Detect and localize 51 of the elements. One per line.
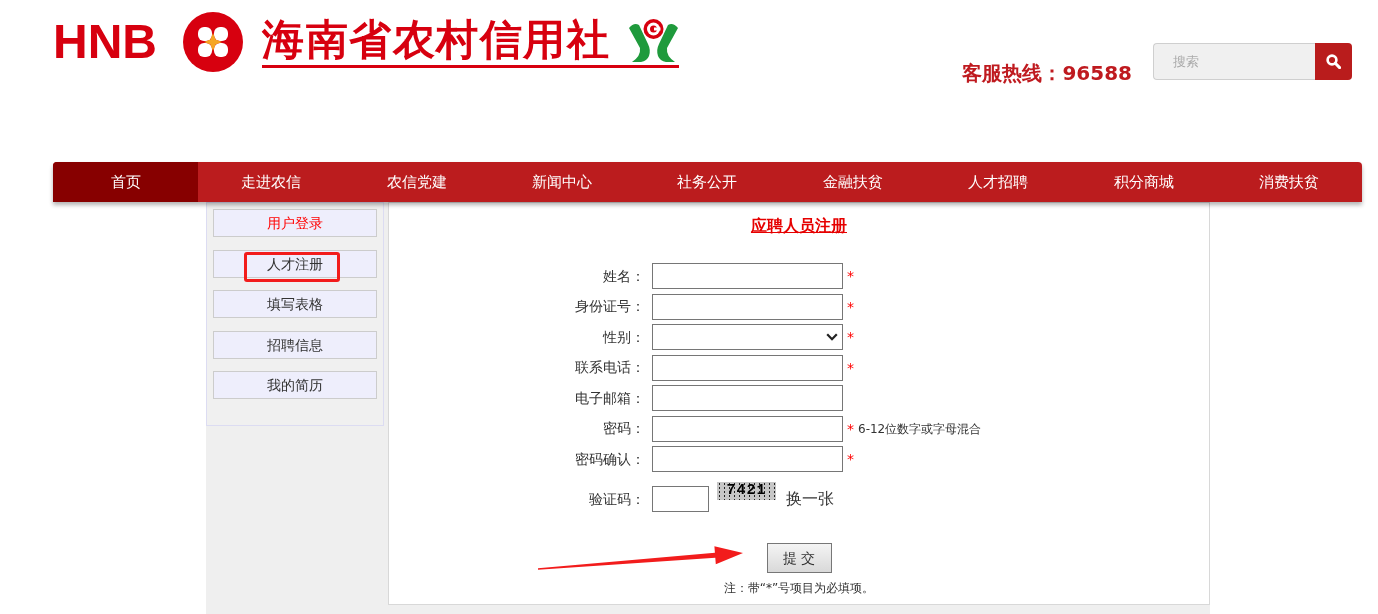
required-asterisk: *	[847, 269, 854, 283]
nav-link[interactable]: 走进农信	[198, 162, 344, 202]
nav-link[interactable]: 消费扶贫	[1216, 162, 1362, 202]
search-field[interactable]: 搜索	[1153, 43, 1315, 80]
field-hint: 6-12位数字或字母混合	[858, 420, 982, 438]
text-field[interactable]	[652, 293, 843, 320]
sidebar-link[interactable]: 用户登录	[213, 209, 377, 237]
required-asterisk: *	[847, 330, 854, 344]
field-label: 密码确认：	[574, 449, 645, 469]
nav-link[interactable]: 积分商城	[1071, 162, 1217, 202]
hands-coin-icon	[628, 18, 679, 62]
text-field[interactable]	[652, 385, 843, 411]
submit-button[interactable]: 提 交	[766, 543, 832, 573]
search-icon	[1326, 54, 1341, 69]
hotline-text: 客服热线：96588	[962, 61, 1132, 85]
form-title: 应聘人员注册	[751, 216, 847, 235]
text-field[interactable]	[652, 263, 843, 289]
field-label: 身份证号：	[574, 297, 645, 316]
bank-name-title: 海南省农村信用社	[262, 16, 610, 64]
sidebar-link[interactable]: 人才注册	[213, 249, 377, 278]
text-field[interactable]	[652, 415, 843, 442]
nav-link[interactable]: 社务公开	[634, 162, 781, 202]
nav-link[interactable]: 金融扶贫	[780, 162, 926, 202]
nav-link[interactable]: 农信党建	[343, 162, 490, 202]
field-label: 电子邮箱：	[574, 388, 645, 408]
select-field[interactable]	[652, 324, 843, 350]
field-label: 性别：	[601, 327, 645, 347]
sidebar-link[interactable]: 我的简历	[213, 371, 377, 399]
required-note-text: 注：带“*”号项目为必填项。	[723, 581, 875, 595]
required-asterisk: *	[847, 452, 854, 466]
field-label: 验证码：	[588, 489, 645, 509]
brand-logo-text: HNB	[53, 18, 157, 66]
search-button[interactable]	[1315, 43, 1352, 80]
sidebar-link[interactable]: 招聘信息	[213, 330, 377, 359]
field-label: 联系电话：	[574, 358, 645, 377]
nav-link[interactable]: 首页	[53, 162, 199, 202]
field-label: 姓名：	[602, 266, 645, 286]
refresh-captcha-link[interactable]: 换一张	[786, 487, 834, 511]
sidebar-link[interactable]: 填写表格	[213, 290, 377, 318]
captcha-image: 7421	[717, 482, 776, 500]
required-asterisk: *	[847, 299, 854, 314]
nav-link[interactable]: 人才招聘	[925, 162, 1072, 202]
text-field[interactable]	[652, 354, 843, 381]
chevron-down-icon	[826, 333, 838, 341]
required-asterisk: *	[847, 421, 854, 436]
flower-emblem-icon	[183, 12, 243, 72]
nav-link[interactable]: 新闻中心	[489, 162, 635, 202]
required-asterisk: *	[847, 360, 854, 375]
field-label: 密码：	[602, 419, 645, 438]
text-field[interactable]	[652, 446, 843, 472]
captcha-field[interactable]	[652, 486, 709, 512]
